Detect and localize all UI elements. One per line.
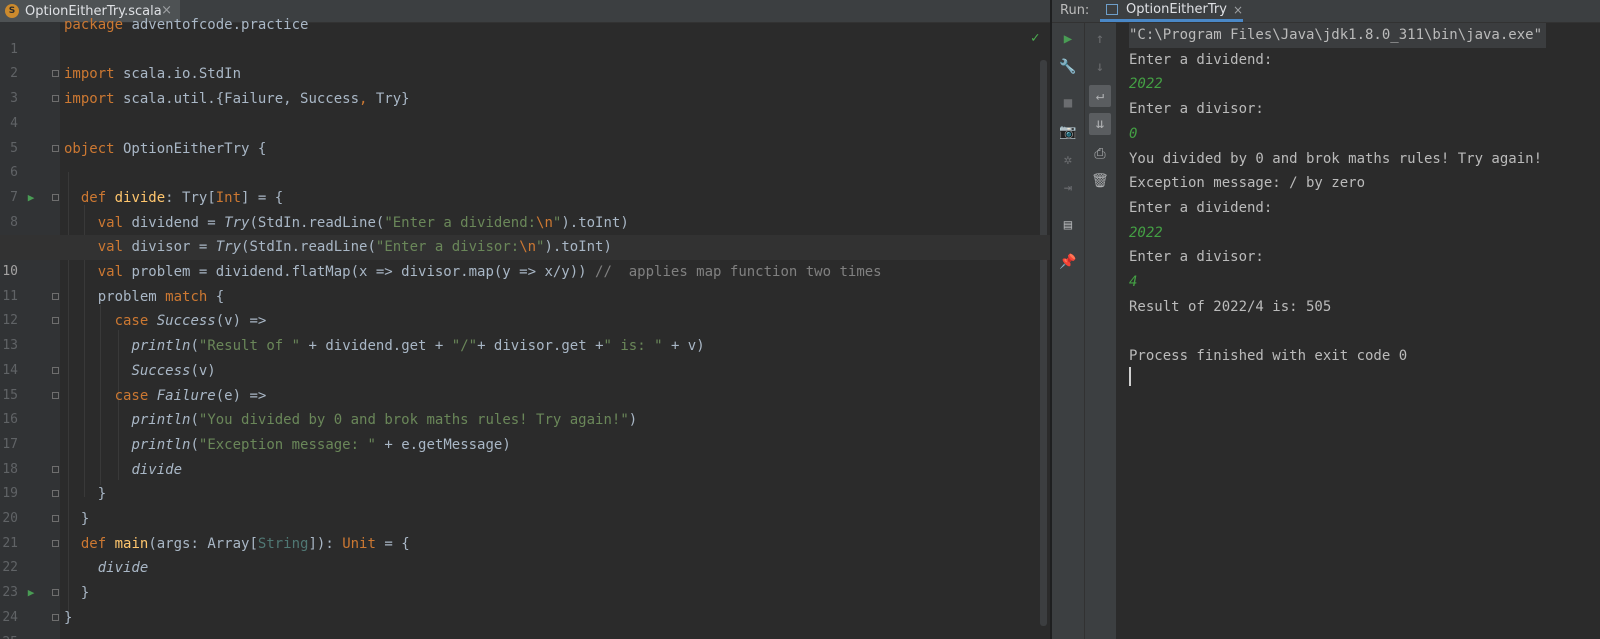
fold-marker-icon[interactable] [52,366,59,374]
console-input-line: 2022 [1129,76,1163,93]
trash-icon[interactable]: 🗑 [1089,170,1111,192]
line-number: 25 [0,631,18,639]
code-line-15[interactable]: 15 Success(v) [0,359,1070,403]
soft-wrap-icon[interactable]: ↵ [1089,85,1111,107]
scroll-to-end-icon[interactable]: ⇊ [1089,113,1111,135]
wrench-icon[interactable]: 🔧 [1057,56,1079,78]
run-tab-label: OptionEitherTry [1125,2,1227,17]
run-label: Run: [1060,3,1090,18]
console-tab-icon [1106,4,1118,15]
fold-marker-icon[interactable] [52,490,59,498]
run-tab-optioneithertry[interactable]: OptionEitherTry × [1100,0,1243,22]
code-line-4[interactable]: 4 import scala.util.{Failure, Success, T… [0,87,1070,131]
code-line-5[interactable]: 5 [0,112,1070,156]
console-output-line: Enter a divisor: [1129,101,1264,118]
code-line-1[interactable]: 1 package adventofcode.practice [0,13,1070,57]
fold-marker-icon[interactable] [52,391,59,399]
print-icon[interactable]: ⎙ [1089,143,1111,165]
arrow-up-icon[interactable]: ↑ [1089,28,1111,50]
fold-marker-icon[interactable] [52,317,59,325]
console-command-line: "C:\Program Files\Java\jdk1.8.0_311\bin\… [1129,23,1547,48]
code-line-10[interactable]: 10 val divisor = Try(StdIn.readLine("Ent… [0,235,1070,279]
console-input-line: 2022 [1129,224,1163,241]
rerun-icon[interactable]: ▶ [1057,28,1079,50]
code-line-22[interactable]: 22 ▶ def main(args: Array[String]): Unit… [0,532,1070,599]
code-line-9[interactable]: 9 val dividend = Try(StdIn.readLine("Ent… [0,211,1070,255]
console-output[interactable]: "C:\Program Files\Java\jdk1.8.0_311\bin\… [1129,23,1600,639]
layout-icon[interactable]: ▤ [1057,214,1079,236]
fold-marker-icon[interactable] [52,193,59,201]
fold-marker-icon[interactable] [52,95,59,103]
code-line-8[interactable]: 8 ↺ def divide: Try[Int] = { [0,186,1070,255]
console-text-caret [1129,367,1131,386]
code-line-2[interactable]: 2 [0,38,1070,81]
console-input-line: 0 [1129,125,1138,142]
fold-marker-icon[interactable] [52,144,59,152]
close-icon[interactable]: × [1233,3,1243,17]
code-line-20[interactable]: 20 } [0,482,1070,526]
console-exit-line: Process finished with exit code 0 [1129,348,1408,365]
code-line-25[interactable]: 25 } [0,606,1070,639]
code-line-13[interactable]: 13 case Success(v) => [0,309,1070,353]
run-tool-window-header: Run: OptionEitherTry × [1052,0,1600,23]
code-line-7[interactable]: 7 [0,161,1070,205]
code-line-24[interactable]: 24 } [0,581,1070,625]
run-toolbar-primary: ▶ 🔧 ■ 📷 ✲ ⇥ ▤ 📌 [1052,23,1084,639]
pin-icon[interactable]: 📌 [1057,251,1079,273]
code-line-3[interactable]: 3 import scala.io.StdIn [0,62,1070,106]
code-line-21[interactable]: 21 } [0,507,1070,551]
code-line-19[interactable]: 19 divide [0,458,1070,502]
console-output-line: You divided by 0 and brok maths rules! T… [1129,150,1543,167]
code-line-11[interactable]: 11 val problem = dividend.flatMap(x => d… [0,260,1070,304]
code-editor[interactable]: S OptionEitherTry.scala × ✓ 1 package ad… [0,0,1070,639]
fold-marker-icon[interactable] [52,292,59,300]
console-output-line: Exception message: / by zero [1129,175,1366,192]
code-line-17[interactable]: 17 println("You divided by 0 and brok ma… [0,408,1070,452]
code-line-16[interactable]: 16 case Failure(e) => [0,384,1070,428]
run-tool-window: Run: OptionEitherTry × ▶ 🔧 ■ 📷 ✲ ⇥ ▤ 📌 ↑… [1052,0,1600,639]
console-output-line: Enter a dividend: [1129,199,1273,216]
console-output-line: Result of 2022/4 is: 505 [1129,298,1332,315]
debug-icon[interactable]: ✲ [1057,149,1079,171]
exit-icon[interactable]: ⇥ [1057,177,1079,199]
code-line-12[interactable]: 12 problem match { [0,285,1070,329]
fold-marker-icon[interactable] [52,70,59,78]
console-input-line: 4 [1129,274,1138,290]
arrow-down-icon[interactable]: ↓ [1089,56,1111,78]
fold-marker-icon[interactable] [52,589,59,597]
camera-icon[interactable]: 📷 [1057,121,1079,143]
stop-icon[interactable]: ■ [1057,92,1079,114]
run-toolbar-secondary: ↑ ↓ ↵ ⇊ ⎙ 🗑 [1084,23,1116,639]
console-output-line: Enter a divisor: [1129,249,1264,266]
fold-marker-icon[interactable] [52,515,59,522]
fold-marker-icon[interactable] [52,613,59,621]
code-line-6[interactable]: 6 ▶ object OptionEitherTry { [0,137,1070,204]
code-line-14[interactable]: 14 println("Result of " + dividend.get +… [0,334,1070,378]
fold-marker-icon[interactable] [52,539,59,547]
code-line-18[interactable]: 18 println("Exception message: " + e.get… [0,433,1070,477]
code-line-23[interactable]: 23 divide [0,556,1070,600]
fold-marker-icon[interactable] [52,465,59,473]
console-output-line: Enter a dividend: [1129,51,1273,68]
